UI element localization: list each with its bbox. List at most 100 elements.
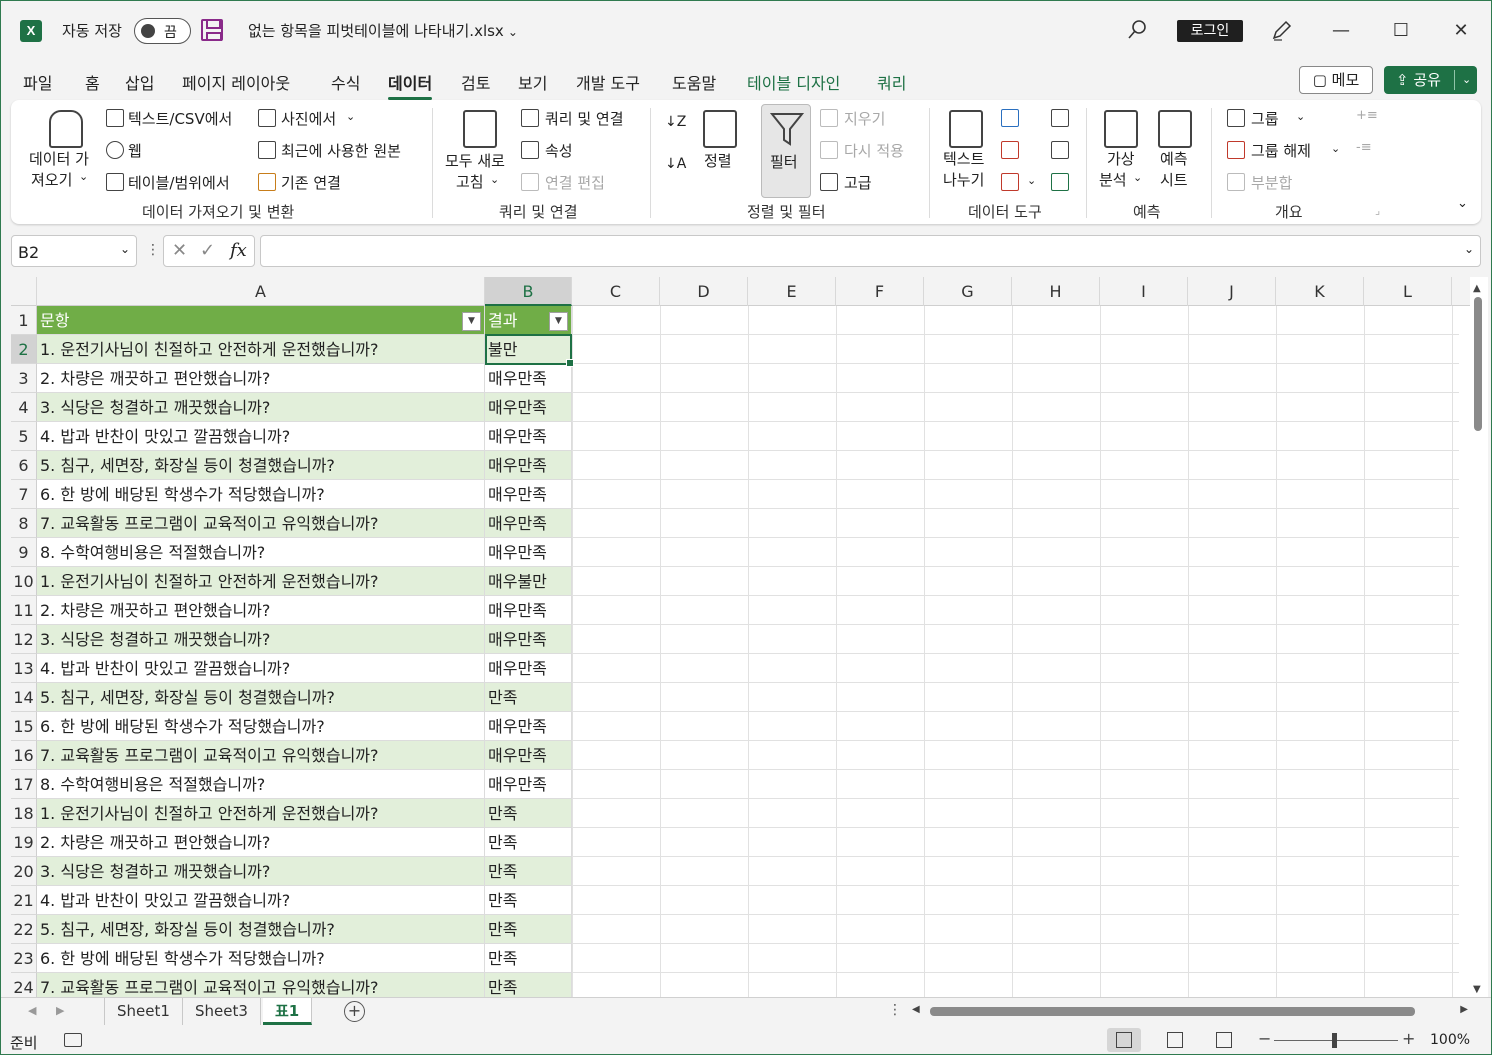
table-cell-question[interactable]: 4. 밥과 반찬이 맛있고 깔끔했습니까? <box>37 654 485 683</box>
column-header-i[interactable]: I <box>1100 277 1188 306</box>
chevron-down-icon[interactable]: ⌄ <box>346 110 355 123</box>
row-header[interactable]: 21 <box>11 886 37 915</box>
table-cell-question[interactable]: 6. 한 방에 배당된 학생수가 적당했습니까? <box>37 480 485 509</box>
name-box[interactable]: B2 ⌄ <box>11 235 137 267</box>
maximize-icon[interactable]: ☐ <box>1386 16 1416 46</box>
recent-sources-button[interactable]: 최근에 사용한 원본 <box>281 140 401 161</box>
tab-developer[interactable]: 개발 도구 <box>576 70 640 94</box>
text-to-columns-label-2[interactable]: 나누기 <box>943 169 984 190</box>
group-button[interactable]: 그룹 <box>1251 108 1279 129</box>
table-cell-question[interactable]: 2. 차량은 깨끗하고 편안했습니까? <box>37 364 485 393</box>
page-break-view-button[interactable] <box>1207 1028 1241 1052</box>
row-header[interactable]: 2 <box>11 335 37 364</box>
row-header[interactable]: 20 <box>11 857 37 886</box>
column-header-k[interactable]: K <box>1276 277 1364 306</box>
login-button[interactable]: 로그인 <box>1177 20 1243 42</box>
chevron-down-icon[interactable]: ⌄ <box>1462 66 1471 94</box>
get-data-label-2[interactable]: 져오기 <box>31 169 72 190</box>
normal-view-button[interactable] <box>1107 1028 1141 1052</box>
row-header[interactable]: 15 <box>11 712 37 741</box>
show-detail-icon[interactable]: +≡ <box>1356 108 1378 123</box>
reapply-button[interactable]: 다시 적용 <box>844 140 904 161</box>
column-header-c[interactable]: C <box>572 277 660 306</box>
table-cell-question[interactable]: 6. 한 방에 배당된 학생수가 적당했습니까? <box>37 944 485 973</box>
next-sheet-icon[interactable]: ▶ <box>56 1004 64 1017</box>
table-cell-question[interactable]: 4. 밥과 반찬이 맛있고 깔끔했습니까? <box>37 886 485 915</box>
minimize-icon[interactable]: — <box>1326 16 1356 46</box>
row-header[interactable]: 6 <box>11 451 37 480</box>
cancel-icon[interactable]: ✕ <box>172 240 187 261</box>
table-cell-question[interactable]: 1. 운전기사님이 친절하고 안전하게 운전했습니까? <box>37 335 485 364</box>
autosave-toggle[interactable]: 끔 <box>134 18 191 44</box>
table-cell-question[interactable]: 5. 침구, 세면장, 화장실 등이 청결했습니까? <box>37 683 485 712</box>
tab-insert[interactable]: 삽입 <box>125 70 154 94</box>
row-header[interactable]: 16 <box>11 741 37 770</box>
column-header-d[interactable]: D <box>660 277 748 306</box>
zoom-out-icon[interactable]: − <box>1258 1029 1271 1048</box>
filter-dropdown-icon[interactable]: ▼ <box>462 312 481 331</box>
dialog-launcher-icon[interactable]: ⌟ <box>1375 204 1380 217</box>
row-header[interactable]: 24 <box>11 973 37 997</box>
prev-sheet-icon[interactable]: ◀ <box>28 1004 36 1017</box>
chevron-down-icon[interactable]: ⌄ <box>120 242 130 256</box>
vertical-scrollbar[interactable]: ▲ ▼ <box>1470 277 1488 997</box>
zoom-level[interactable]: 100% <box>1430 1032 1470 1048</box>
table-cell-question[interactable]: 4. 밥과 반찬이 맛있고 깔끔했습니까? <box>37 422 485 451</box>
sheet-tab-sheet3[interactable]: Sheet3 <box>183 998 261 1025</box>
row-header[interactable]: 7 <box>11 480 37 509</box>
clear-button[interactable]: 지우기 <box>844 108 885 129</box>
row-header[interactable]: 18 <box>11 799 37 828</box>
table-range-button[interactable]: 테이블/범위에서 <box>128 172 230 193</box>
table-cell-result[interactable]: 매우만족 <box>485 625 572 654</box>
forecast-label-1[interactable]: 예측 <box>1160 148 1188 169</box>
table-cell-question[interactable]: 5. 침구, 세면장, 화장실 등이 청결했습니까? <box>37 915 485 944</box>
table-cell-result[interactable]: 만족 <box>485 886 572 915</box>
sheet-tab-table1[interactable]: 표1 <box>263 998 313 1025</box>
horizontal-scrollbar[interactable]: ◀ ▶ <box>912 1004 1468 1020</box>
what-if-label-1[interactable]: 가상 <box>1107 148 1135 169</box>
tab-table-design[interactable]: 테이블 디자인 <box>747 70 840 94</box>
tab-query[interactable]: 쿼리 <box>877 70 906 94</box>
scroll-right-icon[interactable]: ▶ <box>1460 1004 1468 1015</box>
text-to-columns-label-1[interactable]: 텍스트 <box>943 148 984 169</box>
flash-fill-icon[interactable] <box>1001 109 1019 127</box>
worksheet-grid[interactable]: A B C D E F G H I J K L 1 2 3 4 5 6 7 8 9 10 11 12 1… <box>11 277 1470 997</box>
column-header-b[interactable]: B <box>485 277 572 306</box>
column-header-e[interactable]: E <box>748 277 836 306</box>
table-cell-question[interactable]: 7. 교육활동 프로그램이 교육적이고 유익했습니까? <box>37 509 485 538</box>
tab-data[interactable]: 데이터 <box>388 70 433 100</box>
sort-za-icon[interactable]: ↓A <box>665 156 686 172</box>
text-csv-button[interactable]: 텍스트/CSV에서 <box>128 108 232 129</box>
chevron-down-icon[interactable]: ⌄ <box>1133 171 1142 184</box>
column-header-f[interactable]: F <box>836 277 924 306</box>
refresh-all-label-1[interactable]: 모두 새로 <box>445 150 505 171</box>
tab-file[interactable]: 파일 <box>23 70 52 94</box>
collapse-ribbon-icon[interactable]: ⌄ <box>1457 196 1468 211</box>
chevron-down-icon[interactable]: ⌄ <box>1296 110 1305 123</box>
tab-page-layout[interactable]: 페이지 레이아웃 <box>182 70 290 94</box>
close-icon[interactable]: ✕ <box>1446 16 1476 46</box>
relationships-icon[interactable] <box>1051 141 1069 159</box>
share-button[interactable]: ⇪ 공유 ⌄ <box>1384 66 1477 94</box>
row-header[interactable]: 11 <box>11 596 37 625</box>
table-cell-result[interactable]: 매우만족 <box>485 364 572 393</box>
table-cell-question[interactable]: 2. 차량은 깨끗하고 편안했습니까? <box>37 828 485 857</box>
table-cell-question[interactable]: 8. 수학여행비용은 적절했습니까? <box>37 770 485 799</box>
row-header[interactable]: 14 <box>11 683 37 712</box>
table-cell-result[interactable]: 매우만족 <box>485 393 572 422</box>
hide-detail-icon[interactable]: -≡ <box>1356 140 1372 155</box>
search-icon[interactable] <box>1126 18 1150 42</box>
tab-formulas[interactable]: 수식 <box>331 70 360 94</box>
table-cell-result[interactable]: 매우만족 <box>485 741 572 770</box>
more-options-icon[interactable]: ⋮ <box>146 242 160 258</box>
table-cell-result[interactable]: 매우만족 <box>485 480 572 509</box>
table-cell-result[interactable]: 만족 <box>485 973 572 997</box>
column-header-a[interactable]: A <box>37 277 485 306</box>
web-button[interactable]: 웹 <box>128 140 142 161</box>
from-picture-button[interactable]: 사진에서 <box>281 108 336 129</box>
table-cell-result[interactable]: 매우만족 <box>485 422 572 451</box>
row-header[interactable]: 17 <box>11 770 37 799</box>
sort-button[interactable]: 정렬 <box>704 150 732 171</box>
zoom-in-icon[interactable]: + <box>1402 1029 1415 1048</box>
refresh-all-label-2[interactable]: 고침 <box>456 171 484 192</box>
